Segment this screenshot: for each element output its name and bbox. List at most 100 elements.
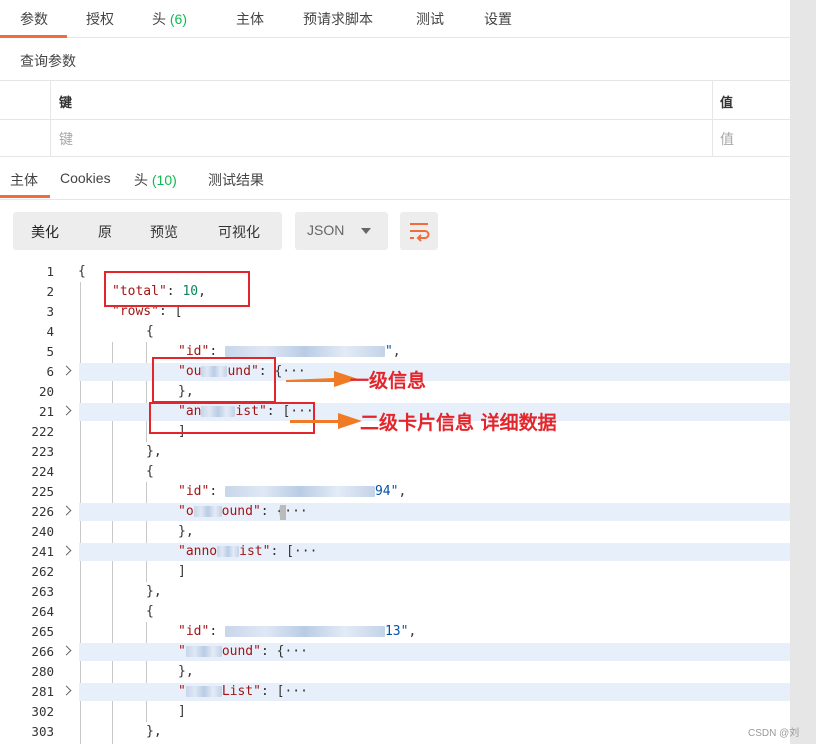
tab-test-results[interactable]: 测试结果: [208, 170, 264, 190]
json-key: List": [221, 684, 261, 699]
code-line: 224 {: [0, 462, 790, 482]
line-number: 241: [31, 544, 54, 559]
annotation-level2-text: 二级卡片信息 详细数据: [360, 412, 557, 434]
code-line: 5 "id": ",: [0, 342, 790, 362]
annotation-box-total: [104, 271, 250, 307]
response-headers-count: (10): [151, 172, 177, 188]
code-text: " List": [···: [178, 684, 308, 699]
code-line: 265 "id": 13",: [0, 622, 790, 642]
language-select[interactable]: JSON: [295, 212, 388, 250]
active-response-tab-indicator: [0, 195, 50, 198]
tab-headers[interactable]: 头 (6): [152, 9, 187, 29]
line-number: 21: [38, 404, 54, 419]
code-line: 226 "o ound": {···: [0, 502, 790, 522]
watermark: CSDN @刘: [748, 728, 800, 739]
code-text: },: [146, 724, 162, 739]
code-line: 302 ]: [0, 702, 790, 722]
key-column-header: 键: [59, 95, 73, 110]
line-number: 2: [46, 284, 54, 299]
chevron-right-icon[interactable]: [61, 685, 72, 696]
window-edge: [790, 0, 816, 744]
table-divider: [0, 119, 790, 120]
code-line: 263 },: [0, 582, 790, 602]
value-column-header: 值: [720, 95, 734, 110]
wrap-lines-button[interactable]: [400, 212, 438, 250]
code-text: "o ound": {···: [178, 504, 308, 519]
code-text: "anno ist": [···: [178, 544, 318, 559]
chevron-right-icon[interactable]: [61, 405, 72, 416]
query-params-title: 查询参数: [20, 53, 76, 69]
line-number: 224: [31, 464, 54, 479]
code-text: {: [146, 324, 154, 339]
tab-settings[interactable]: 设置: [484, 9, 512, 29]
visualize-button[interactable]: 可视化: [218, 222, 260, 242]
code-line: 240 },: [0, 522, 790, 542]
code-line: 223 },: [0, 442, 790, 462]
code-line: 264 {: [0, 602, 790, 622]
tab-body[interactable]: 主体: [236, 9, 264, 29]
line-number: 266: [31, 644, 54, 659]
line-number: 262: [31, 564, 54, 579]
redacted-value: [224, 346, 385, 357]
line-number: 1: [46, 264, 54, 279]
key-input[interactable]: 键: [59, 129, 73, 149]
json-key: ound": [221, 644, 261, 659]
line-number: 5: [46, 344, 54, 359]
line-number: 225: [31, 484, 54, 499]
redacted-value: [185, 646, 222, 657]
chevron-right-icon[interactable]: [61, 365, 72, 376]
line-number: 4: [46, 324, 54, 339]
annotation-level1-text: 一级信息: [350, 370, 427, 392]
code-text: {: [146, 604, 154, 619]
line-number: 302: [31, 704, 54, 719]
tab-params[interactable]: 参数: [20, 9, 48, 29]
request-tabs: 参数 授权 头 (6) 主体 预请求脚本 测试 设置: [0, 0, 790, 38]
tab-pre-request-script[interactable]: 预请求脚本: [303, 9, 373, 29]
tab-response-headers[interactable]: 头 (10): [134, 170, 177, 190]
line-number: 20: [38, 384, 54, 399]
code-line: 225 "id": 94",: [0, 482, 790, 502]
preview-button[interactable]: 预览: [150, 222, 178, 242]
text-cursor: [280, 505, 286, 520]
line-number: 240: [31, 524, 54, 539]
language-select-value: JSON: [307, 222, 345, 238]
annotation-arrow-icon: [290, 413, 362, 429]
code-text: {: [78, 264, 86, 279]
tab-response-body[interactable]: 主体: [10, 170, 38, 190]
line-number: 280: [31, 664, 54, 679]
annotation-arrow-icon: [286, 371, 358, 387]
redacted-value: [185, 686, 222, 697]
chevron-right-icon[interactable]: [61, 545, 72, 556]
code-text: ]: [178, 704, 186, 719]
code-text: "id": 94",: [178, 484, 407, 499]
json-key: ound": [221, 504, 261, 519]
chevron-right-icon[interactable]: [61, 645, 72, 656]
value-input[interactable]: 值: [720, 129, 734, 149]
tab-auth[interactable]: 授权: [86, 9, 114, 29]
tab-cookies[interactable]: Cookies: [60, 170, 111, 186]
pretty-button[interactable]: 美化: [31, 222, 59, 242]
redacted-value: [224, 626, 385, 637]
headers-count: (6): [169, 11, 188, 27]
annotation-box-level1: [152, 357, 276, 403]
redacted-value: [193, 506, 222, 517]
code-line: 281 " List": [···: [0, 682, 790, 702]
code-line: 280 },: [0, 662, 790, 682]
raw-button[interactable]: 原: [98, 222, 112, 242]
line-number: 6: [46, 364, 54, 379]
response-body-viewer[interactable]: 1 { 2 "total": 10, 3 "rows": [ 4 { 5 "id…: [0, 262, 790, 744]
line-number: 281: [31, 684, 54, 699]
code-line: 241 "anno ist": [···: [0, 542, 790, 562]
code-line: 266 " ound": {···: [0, 642, 790, 662]
json-key: ist": [239, 544, 271, 559]
chevron-down-icon: [361, 228, 371, 234]
chevron-right-icon[interactable]: [61, 505, 72, 516]
json-key: ": [178, 644, 186, 659]
tab-tests[interactable]: 测试: [416, 9, 444, 29]
line-number: 223: [31, 444, 54, 459]
redacted-value: [224, 486, 375, 497]
query-params-table: 键 值 键 值: [0, 80, 790, 157]
json-key: "anno: [178, 544, 218, 559]
line-number: 264: [31, 604, 54, 619]
code-text: " ound": {···: [178, 644, 308, 659]
